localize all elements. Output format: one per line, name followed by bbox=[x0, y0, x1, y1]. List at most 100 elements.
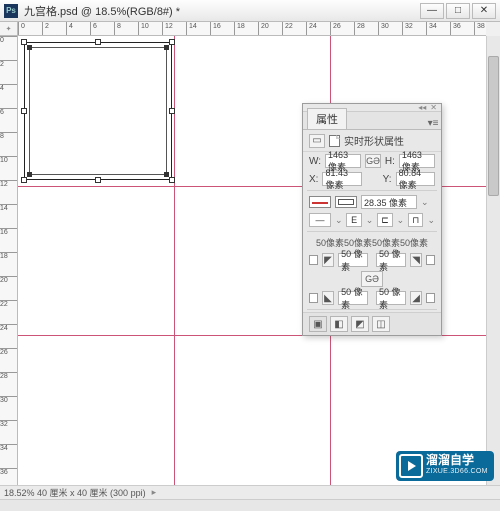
ruler-tick: 12 bbox=[0, 180, 18, 189]
width-field[interactable]: 1463 像素 bbox=[325, 154, 361, 168]
corner-br-field[interactable]: 50 像素 bbox=[376, 291, 406, 305]
corner-bl-checkbox[interactable] bbox=[309, 293, 318, 303]
ruler-tick: 10 bbox=[0, 156, 18, 165]
ruler-tick: 30 bbox=[0, 396, 18, 405]
width-label: W: bbox=[309, 156, 321, 167]
guide-vertical[interactable] bbox=[174, 36, 175, 485]
stroke-join-dropdown-icon[interactable]: ⌄ bbox=[427, 215, 435, 226]
shape-path[interactable] bbox=[29, 47, 167, 175]
height-field[interactable]: 1463 像素 bbox=[399, 154, 435, 168]
transform-handle-sw[interactable] bbox=[21, 177, 27, 183]
scrollbar-thumb[interactable] bbox=[488, 56, 499, 196]
stroke-join-field[interactable]: ⊓ bbox=[408, 213, 423, 227]
stroke-swatch[interactable] bbox=[335, 196, 357, 208]
document-icon bbox=[329, 135, 340, 147]
x-label: X: bbox=[309, 174, 318, 185]
properties-panel[interactable]: ◂◂ ✕ 属性 ▾≡ ▭ 实时形状属性 W: 1463 像素 GƏ H: 146… bbox=[302, 103, 442, 336]
pathop-combine-icon[interactable]: ▣ bbox=[309, 316, 327, 332]
transform-handle-s[interactable] bbox=[95, 177, 101, 183]
corner-br-checkbox[interactable] bbox=[426, 293, 435, 303]
x-field[interactable]: 81.43 像素 bbox=[322, 172, 361, 186]
stroke-type-dropdown-icon[interactable]: ⌄ bbox=[335, 215, 343, 226]
ruler-tick: 22 bbox=[282, 22, 293, 36]
corner-tl-icon: ◤ bbox=[322, 253, 334, 267]
app-icon: Ps bbox=[4, 4, 18, 18]
corner-tr-field[interactable]: 50 像素 bbox=[376, 253, 406, 267]
shape-type-label: 实时形状属性 bbox=[344, 133, 404, 148]
panel-close-icon[interactable]: ✕ bbox=[430, 103, 437, 112]
ruler-tick: 20 bbox=[258, 22, 269, 36]
ruler-tick: 20 bbox=[0, 276, 18, 285]
pathop-intersect-icon[interactable]: ◩ bbox=[351, 316, 369, 332]
maximize-button[interactable]: □ bbox=[446, 3, 470, 19]
tab-properties[interactable]: 属性 bbox=[307, 108, 347, 129]
transform-handle-n[interactable] bbox=[95, 39, 101, 45]
ruler-tick: 36 bbox=[0, 468, 18, 477]
titlebar: Ps 九宫格.psd @ 18.5%(RGB/8#) * — □ ✕ bbox=[0, 0, 500, 22]
stroke-align-dropdown-icon[interactable]: ⌄ bbox=[366, 215, 374, 226]
link-wh-button[interactable]: GƏ bbox=[365, 154, 381, 168]
watermark-url: ZIXUE.3D66.COM bbox=[426, 466, 488, 478]
corners-link-row: GƏ bbox=[303, 269, 441, 289]
anchor-point[interactable] bbox=[27, 172, 32, 177]
shape-rect-icon: ▭ bbox=[309, 134, 325, 148]
corners-summary: 50像素50像素50像素50像素 bbox=[309, 236, 435, 249]
transform-handle-w[interactable] bbox=[21, 108, 27, 114]
stroke-options-row: — ⌄ E ⌄ ⊏ ⌄ ⊓ ⌄ bbox=[303, 211, 441, 229]
ruler-tick: 6 bbox=[90, 22, 97, 36]
corner-tl-checkbox[interactable] bbox=[309, 255, 318, 265]
fill-swatch[interactable] bbox=[309, 196, 331, 208]
status-bar: 18.52% 40 厘米 x 40 厘米 (300 ppi) ▸ bbox=[0, 485, 500, 499]
panel-collapse-icon[interactable]: ◂◂ bbox=[418, 103, 426, 112]
transform-handle-se[interactable] bbox=[169, 177, 175, 183]
transform-handle-ne[interactable] bbox=[169, 39, 175, 45]
ruler-tick: 34 bbox=[0, 444, 18, 453]
minimize-button[interactable]: — bbox=[420, 3, 444, 19]
corner-tr-checkbox[interactable] bbox=[426, 255, 435, 265]
corners-bottom-row: ◣ 50 像素 50 像素 ◢ bbox=[303, 289, 441, 307]
ruler-tick: 38 bbox=[474, 22, 485, 36]
ruler-origin[interactable]: ✦ bbox=[0, 22, 18, 36]
stroke-type-field[interactable]: — bbox=[309, 213, 331, 227]
ruler-tick: 32 bbox=[0, 420, 18, 429]
corner-br-icon: ◢ bbox=[410, 291, 422, 305]
anchor-point[interactable] bbox=[27, 45, 32, 50]
ruler-tick: 24 bbox=[306, 22, 317, 36]
stroke-width-field[interactable]: 28.35 像素 bbox=[361, 195, 417, 209]
close-button[interactable]: ✕ bbox=[472, 3, 496, 19]
path-operations-row: ▣ ◧ ◩ ◫ bbox=[303, 312, 441, 335]
transform-bounding-box[interactable] bbox=[24, 42, 172, 180]
play-icon bbox=[399, 454, 423, 478]
pathop-exclude-icon[interactable]: ◫ bbox=[372, 316, 390, 332]
anchor-point[interactable] bbox=[164, 45, 169, 50]
corner-bl-field[interactable]: 50 像素 bbox=[338, 291, 368, 305]
document-title: 九宫格.psd @ 18.5%(RGB/8#) * bbox=[24, 3, 420, 19]
transform-handle-nw[interactable] bbox=[21, 39, 27, 45]
status-text: 18.52% 40 厘米 x 40 厘米 (300 ppi) bbox=[4, 486, 146, 499]
vertical-ruler[interactable]: 02468101214161820222426283032343638 bbox=[0, 36, 18, 485]
corners-top-row: ◤ 50 像素 50 像素 ◥ bbox=[303, 251, 441, 269]
panel-menu-icon[interactable]: ▾≡ bbox=[425, 118, 441, 129]
watermark-name: 溜溜自学 bbox=[426, 454, 488, 466]
vertical-scrollbar[interactable] bbox=[486, 36, 500, 485]
ruler-tick: 0 bbox=[18, 22, 25, 36]
ruler-tick: 18 bbox=[234, 22, 245, 36]
ruler-tick: 16 bbox=[210, 22, 221, 36]
y-field[interactable]: 80.84 像素 bbox=[396, 172, 435, 186]
stroke-align-field[interactable]: E bbox=[346, 213, 361, 227]
position-row: X: 81.43 像素 Y: 80.84 像素 bbox=[303, 170, 441, 188]
y-label: Y: bbox=[383, 174, 392, 185]
ruler-tick: 2 bbox=[42, 22, 49, 36]
pathop-subtract-icon[interactable]: ◧ bbox=[330, 316, 348, 332]
corner-tl-field[interactable]: 50 像素 bbox=[338, 253, 368, 267]
ruler-tick: 12 bbox=[162, 22, 173, 36]
stroke-cap-dropdown-icon[interactable]: ⌄ bbox=[397, 215, 405, 226]
ruler-tick: 4 bbox=[0, 84, 18, 93]
transform-handle-e[interactable] bbox=[169, 108, 175, 114]
stroke-cap-field[interactable]: ⊏ bbox=[377, 213, 392, 227]
corner-tr-icon: ◥ bbox=[410, 253, 422, 267]
stroke-width-dropdown-icon[interactable]: ⌄ bbox=[421, 197, 429, 208]
horizontal-ruler[interactable]: 02468101214161820222426283032343638 bbox=[18, 22, 486, 36]
status-chevron-icon[interactable]: ▸ bbox=[152, 487, 157, 498]
corners-summary-row: 50像素50像素50像素50像素 bbox=[303, 234, 441, 251]
